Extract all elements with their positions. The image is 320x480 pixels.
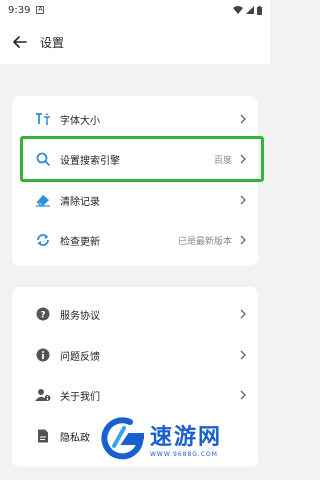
logo-icon: [101, 417, 144, 460]
check-update-row[interactable]: 检查更新 已是最新版本: [12, 221, 258, 259]
watermark-text: 速游网: [150, 424, 223, 450]
document-icon: [34, 427, 52, 445]
clear-history-row[interactable]: 清除记录: [12, 181, 258, 219]
back-button[interactable]: [0, 20, 40, 64]
highlight-frame: [20, 136, 264, 182]
arrow-left-icon: [13, 36, 27, 48]
about-us-label: 关于我们: [60, 391, 100, 403]
chevron-right-icon: [238, 307, 248, 321]
chevron-right-icon: [238, 388, 248, 402]
chevron-right-icon: [238, 233, 248, 247]
font-size-icon: [34, 110, 52, 128]
notification-icon: A: [36, 6, 45, 14]
question-icon: ?: [34, 305, 52, 323]
status-icons: [233, 5, 262, 15]
feedback-label: 问题反馈: [60, 351, 100, 363]
site-watermark: 速游网 WWW.9688G.COM: [100, 408, 270, 468]
refresh-icon: [34, 231, 52, 249]
top-app-bar: 设置: [0, 20, 270, 64]
user-info-icon: [34, 386, 52, 404]
wifi-icon: [233, 6, 243, 14]
signal-icon: [246, 6, 254, 14]
chevron-right-icon: [238, 348, 248, 362]
battery-icon: [257, 5, 262, 15]
service-agreement-row[interactable]: ? 服务协议: [12, 295, 258, 333]
watermark-url: WWW.9688G.COM: [150, 450, 218, 458]
svg-text:?: ?: [40, 311, 45, 321]
font-size-label: 字体大小: [60, 115, 100, 127]
status-bar: 9:39 A: [0, 0, 270, 20]
page-title: 设置: [40, 35, 65, 50]
privacy-policy-label: 隐私政: [60, 432, 90, 444]
status-time: 9:39: [8, 4, 31, 16]
check-update-label: 检查更新: [60, 236, 100, 248]
service-agreement-label: 服务协议: [60, 310, 100, 322]
clear-history-label: 清除记录: [60, 196, 100, 208]
info-icon: [34, 346, 52, 364]
feedback-row[interactable]: 问题反馈: [12, 336, 258, 374]
chevron-right-icon: [238, 193, 248, 207]
eraser-icon: [34, 191, 52, 209]
chevron-right-icon: [238, 112, 248, 126]
font-size-row[interactable]: 字体大小: [12, 100, 258, 138]
check-update-value: 已是最新版本: [177, 236, 232, 247]
